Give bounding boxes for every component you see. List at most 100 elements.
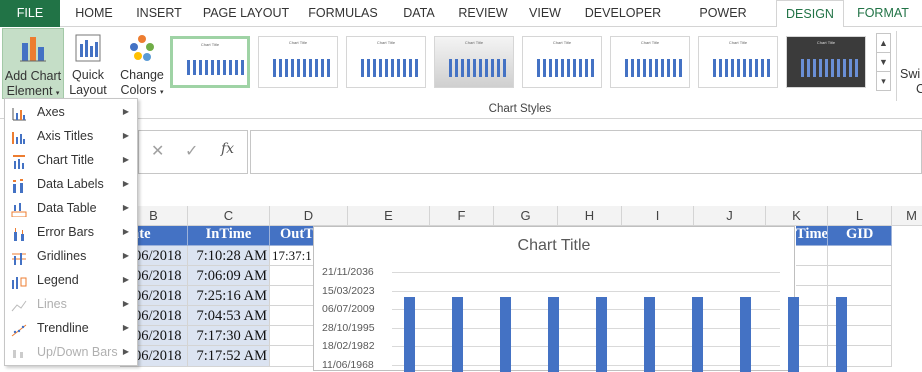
axes-icon bbox=[11, 105, 27, 121]
col-header-k[interactable]: K bbox=[766, 206, 828, 226]
style-thumb-bar bbox=[831, 58, 834, 77]
table-cell-k[interactable] bbox=[796, 326, 828, 346]
table-cell-k[interactable] bbox=[796, 306, 828, 326]
col-header-g[interactable]: G bbox=[494, 206, 558, 226]
gallery-more-icon[interactable]: ▾ bbox=[876, 71, 891, 91]
chart-style-8[interactable]: Chart Title bbox=[786, 36, 866, 88]
chart-style-1[interactable]: Chart Title bbox=[170, 36, 250, 88]
menu-item-chart-title[interactable]: Chart Title ▶ bbox=[5, 148, 137, 172]
menu-item-gridlines[interactable]: Gridlines ▶ bbox=[5, 244, 137, 268]
menu-item-up-down-bars[interactable]: Up/Down Bars ▶ bbox=[5, 340, 137, 364]
menu-item-legend[interactable]: Legend ▶ bbox=[5, 268, 137, 292]
change-colors-button[interactable]: Change Colors ▾ bbox=[118, 28, 166, 99]
chart-bar[interactable] bbox=[452, 297, 463, 372]
col-header-d[interactable]: D bbox=[270, 206, 348, 226]
table-row-intime[interactable]: 7:17:30 AM bbox=[188, 326, 270, 346]
style-thumb-bar bbox=[761, 58, 764, 77]
tab-formulas[interactable]: FORMULAS bbox=[304, 0, 382, 27]
chart-bar[interactable] bbox=[404, 297, 415, 372]
tab-developer[interactable]: DEVELOPER bbox=[578, 0, 668, 27]
tab-format[interactable]: FORMAT bbox=[850, 0, 916, 27]
tab-power-query[interactable]: POWER QUERY bbox=[676, 0, 770, 47]
menu-item-data-table[interactable]: Data Table ▶ bbox=[5, 196, 137, 220]
col-header-l[interactable]: L bbox=[828, 206, 892, 226]
menu-item-data-labels[interactable]: Data Labels ▶ bbox=[5, 172, 137, 196]
chart-bar[interactable] bbox=[548, 297, 559, 372]
add-chart-element-button[interactable]: Add Chart Element ▾ bbox=[2, 28, 64, 99]
table-row-intime[interactable]: 7:17:52 AM bbox=[188, 346, 270, 367]
chart-bar[interactable] bbox=[644, 297, 655, 372]
tab-view[interactable]: VIEW bbox=[522, 0, 568, 27]
gallery-scroll-down-icon[interactable]: ▼ bbox=[876, 52, 891, 72]
chart-title[interactable]: Chart Title bbox=[314, 237, 794, 255]
table-cell-k[interactable] bbox=[796, 246, 828, 266]
table-header-intime[interactable]: InTime bbox=[188, 226, 270, 246]
menu-item-error-bars[interactable]: Error Bars ▶ bbox=[5, 220, 137, 244]
tab-insert[interactable]: INSERT bbox=[130, 0, 188, 27]
table-cell-k[interactable] bbox=[796, 286, 828, 306]
table-row-intime[interactable]: 7:25:16 AM bbox=[188, 286, 270, 306]
menu-item-lines[interactable]: Lines ▶ bbox=[5, 292, 137, 316]
table-row-intime[interactable]: 7:10:28 AM bbox=[188, 246, 270, 266]
style-thumb-bar bbox=[661, 58, 664, 77]
chart-style-4[interactable]: Chart Title bbox=[434, 36, 514, 88]
table-header-time[interactable]: Time bbox=[796, 226, 828, 246]
col-header-m[interactable]: M bbox=[892, 206, 922, 226]
table-header-outtime[interactable]: OutT bbox=[270, 226, 314, 246]
style-thumb-bar bbox=[749, 58, 752, 77]
table-row-outtime[interactable] bbox=[270, 346, 314, 367]
tab-page-layout[interactable]: PAGE LAYOUT bbox=[198, 0, 294, 27]
menu-item-axis-titles[interactable]: Axis Titles ▶ bbox=[5, 124, 137, 148]
switch-row-column-button[interactable]: Swi C bbox=[900, 67, 922, 97]
change-colors-icon bbox=[130, 35, 154, 61]
tab-file[interactable]: FILE bbox=[0, 0, 60, 27]
quick-layout-button[interactable]: Quick Layout ▾ bbox=[66, 28, 110, 111]
table-row-intime[interactable]: 7:04:53 AM bbox=[188, 306, 270, 326]
table-header-gid[interactable]: GID bbox=[828, 226, 892, 246]
style-thumb-bar bbox=[767, 58, 770, 77]
col-header-e[interactable]: E bbox=[348, 206, 430, 226]
table-row-outtime[interactable] bbox=[270, 306, 314, 326]
chart-style-3[interactable]: Chart Title bbox=[346, 36, 426, 88]
table-row-outtime[interactable] bbox=[270, 266, 314, 286]
col-header-c[interactable]: C bbox=[188, 206, 270, 226]
formula-input[interactable] bbox=[250, 130, 922, 174]
chart-bar[interactable] bbox=[788, 297, 799, 372]
col-header-i[interactable]: I bbox=[622, 206, 694, 226]
chart-bar[interactable] bbox=[596, 297, 607, 372]
col-header-h[interactable]: H bbox=[558, 206, 622, 226]
table-row-intime[interactable]: 7:06:09 AM bbox=[188, 266, 270, 286]
menu-item-axes[interactable]: Axes ▶ bbox=[5, 100, 137, 124]
chart-area[interactable]: Chart Title 21/11/2036 15/03/2023 06/07/20… bbox=[313, 226, 847, 372]
table-row-outtime[interactable] bbox=[270, 326, 314, 346]
menu-item-trendline[interactable]: Trendline ▶ bbox=[5, 316, 137, 340]
chart-bar[interactable] bbox=[740, 297, 751, 372]
chart-bar[interactable] bbox=[500, 297, 511, 372]
table-cell-l[interactable] bbox=[828, 246, 892, 266]
insert-function-icon[interactable]: fx bbox=[221, 141, 234, 157]
enter-icon[interactable]: ✓ bbox=[185, 141, 198, 161]
style-thumb-bar bbox=[503, 58, 506, 77]
tab-data[interactable]: DATA bbox=[394, 0, 444, 27]
data-table-icon bbox=[11, 201, 27, 218]
table-cell-l[interactable] bbox=[828, 266, 892, 286]
menu-item-label: Legend bbox=[37, 273, 79, 287]
tab-review[interactable]: REVIEW bbox=[454, 0, 512, 27]
table-row-outtime[interactable] bbox=[270, 286, 314, 306]
chart-bar[interactable] bbox=[692, 297, 703, 372]
tab-design[interactable]: DESIGN bbox=[776, 0, 844, 28]
table-row-outtime[interactable]: 17:37:1 bbox=[270, 246, 314, 266]
chart-style-6[interactable]: Chart Title bbox=[610, 36, 690, 88]
cancel-icon[interactable]: ✕ bbox=[151, 141, 164, 161]
table-cell-k[interactable] bbox=[796, 346, 828, 367]
chart-style-2[interactable]: Chart Title bbox=[258, 36, 338, 88]
col-header-f[interactable]: F bbox=[430, 206, 494, 226]
chart-bar[interactable] bbox=[836, 297, 847, 372]
tab-home[interactable]: HOME bbox=[66, 0, 122, 27]
chart-style-7[interactable]: Chart Title bbox=[698, 36, 778, 88]
col-header-j[interactable]: J bbox=[694, 206, 766, 226]
table-cell-k[interactable] bbox=[796, 266, 828, 286]
chart-style-5[interactable]: Chart Title bbox=[522, 36, 602, 88]
gallery-scroll-up-icon[interactable]: ▲ bbox=[876, 33, 891, 53]
chart-gridline bbox=[392, 346, 780, 347]
